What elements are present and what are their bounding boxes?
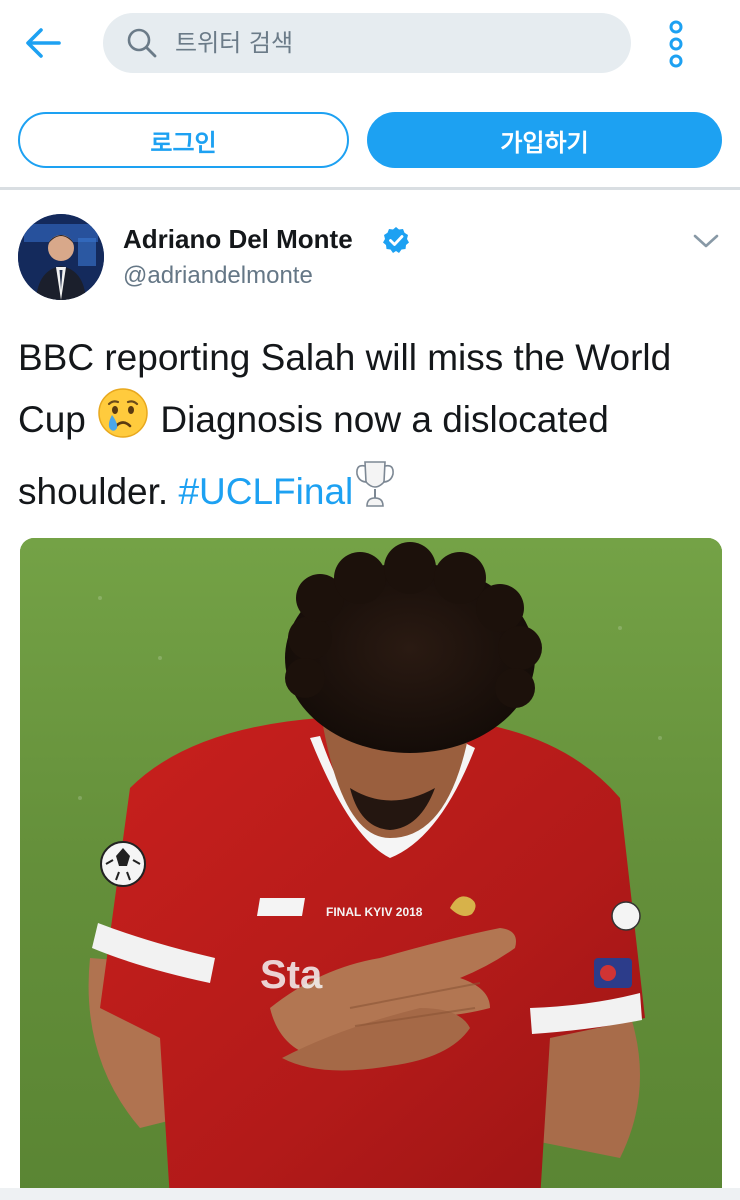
top-bar bbox=[0, 0, 740, 90]
crying-face-icon bbox=[96, 386, 150, 456]
back-arrow-icon bbox=[26, 28, 61, 58]
more-vertical-icon bbox=[669, 20, 683, 68]
tweet-text: BBC reporting Salah will miss the World … bbox=[18, 330, 728, 528]
author-name[interactable]: Adriano Del Monte bbox=[123, 224, 353, 255]
tweet-menu-button[interactable] bbox=[686, 224, 726, 258]
header-divider bbox=[0, 187, 740, 190]
verified-badge-icon bbox=[383, 227, 409, 253]
signup-button[interactable]: 가입하기 bbox=[367, 112, 722, 168]
search-input[interactable] bbox=[175, 29, 595, 57]
tweet-media-image[interactable]: FINAL KYIV 2018 Sta bbox=[20, 538, 722, 1200]
search-icon bbox=[125, 26, 159, 60]
trophy-icon bbox=[353, 456, 397, 528]
avatar[interactable] bbox=[18, 214, 104, 300]
tweet-page: 로그인 가입하기 Adriano Del Monte @adriandelmon… bbox=[0, 0, 740, 1200]
chevron-down-icon bbox=[693, 234, 719, 248]
auth-buttons: 로그인 가입하기 bbox=[0, 112, 740, 168]
author-handle[interactable]: @adriandelmonte bbox=[123, 262, 313, 290]
search-bar[interactable] bbox=[103, 13, 631, 73]
hashtag-link[interactable]: #UCLFinal bbox=[178, 471, 353, 512]
more-options-button[interactable] bbox=[658, 18, 694, 70]
login-button[interactable]: 로그인 bbox=[18, 112, 349, 168]
shirt-final-text: FINAL KYIV 2018 bbox=[326, 905, 423, 919]
svg-text:Sta: Sta bbox=[260, 953, 323, 997]
bottom-divider bbox=[0, 1188, 740, 1200]
back-button[interactable] bbox=[20, 22, 66, 64]
